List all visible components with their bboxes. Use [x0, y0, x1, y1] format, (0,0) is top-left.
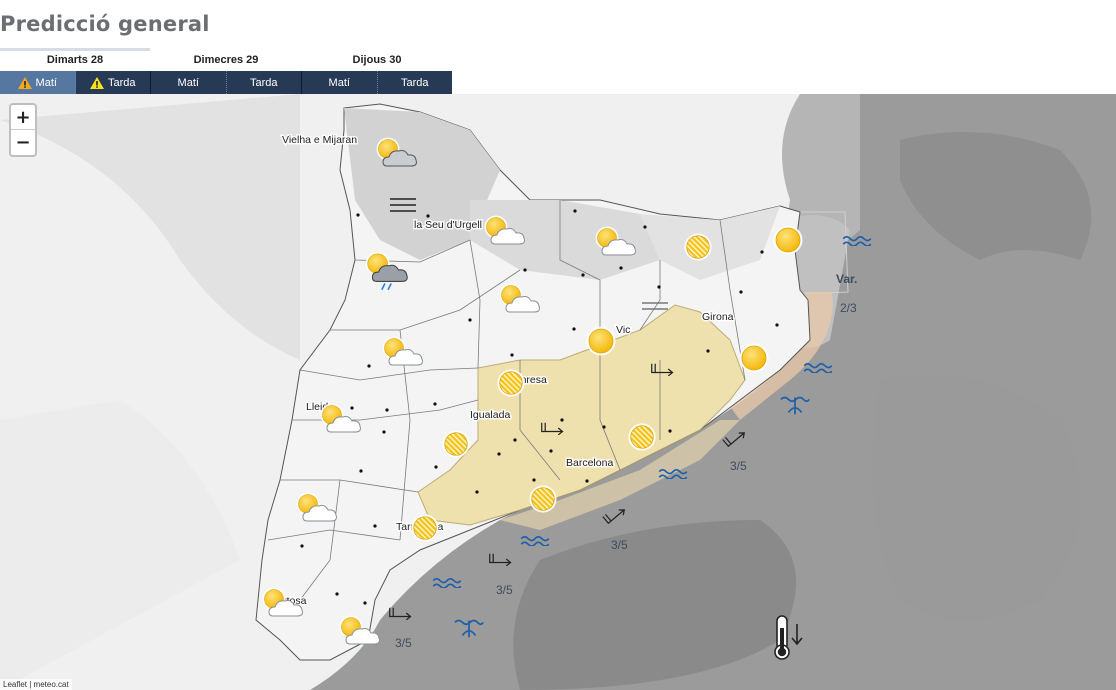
zoom-in-button[interactable]: + — [11, 105, 35, 130]
place-label-seu-urgell: la Seu d'Urgell — [414, 219, 482, 231]
zoom-control: + − — [9, 103, 37, 157]
tab-label: Tarda — [107, 76, 136, 89]
day-label-tuesday: Dimarts 28 — [46, 54, 104, 66]
haze-sun-icon[interactable] — [411, 514, 439, 542]
tab-tuesday-afternoon[interactable]: Tarda — [76, 71, 151, 94]
sun-icon[interactable] — [739, 343, 769, 373]
tab-label: Matí — [328, 76, 350, 89]
place-label-igualada: Igualada — [470, 409, 510, 421]
sea-state-label: 3/5 — [611, 538, 628, 552]
haze-sun-icon[interactable] — [442, 430, 470, 458]
place-label-vic: Vic — [616, 324, 630, 336]
sea-state-label: Var. — [836, 272, 857, 286]
forecast-map[interactable]: Vielha e Mijaran la Seu d'Urgell Vic Gir… — [0, 94, 1116, 690]
sea-state-label: 3/5 — [730, 459, 747, 473]
warning-icon — [17, 76, 32, 89]
page: Predicció general Dimarts 28 Dimecres 29… — [0, 0, 1116, 690]
map-canvas: Vielha e Mijaran la Seu d'Urgell Vic Gir… — [0, 94, 1116, 690]
sun-icon[interactable] — [586, 326, 616, 356]
title-underline — [0, 48, 150, 51]
tab-thursday-morning[interactable]: Matí — [302, 71, 378, 94]
day-header-row: Dimarts 28 Dimecres 29 Dijous 30 — [0, 52, 452, 70]
tab-thursday-afternoon[interactable]: Tarda — [378, 71, 453, 94]
sea-state-label: 3/5 — [395, 636, 412, 650]
haze-sun-icon[interactable] — [628, 423, 656, 451]
tab-tuesday-morning[interactable]: Matí — [0, 71, 76, 94]
map-attribution[interactable]: Leaflet | meteo.cat — [0, 679, 72, 690]
tab-label: Tarda — [400, 76, 429, 89]
haze-sun-icon[interactable] — [529, 485, 557, 513]
tab-label: Matí — [35, 76, 57, 89]
place-label-barcelona: Barcelona — [566, 457, 613, 469]
place-label-vielha: Vielha e Mijaran — [282, 134, 357, 146]
period-tabs: Matí Tarda Matí Tarda Matí Tarda — [0, 71, 452, 94]
sun-icon[interactable] — [773, 225, 803, 255]
warning-icon — [89, 76, 104, 89]
tab-label: Matí — [177, 76, 199, 89]
tab-wednesday-afternoon[interactable]: Tarda — [227, 71, 302, 94]
place-label-girona: Girona — [702, 311, 734, 323]
zoom-out-button[interactable]: − — [11, 130, 35, 155]
sea-state-label: 3/5 — [496, 583, 513, 597]
tab-wednesday-morning[interactable]: Matí — [151, 71, 227, 94]
page-title: Predicció general — [0, 12, 210, 36]
haze-sun-icon[interactable] — [684, 233, 712, 261]
sea-state-label: 2/3 — [840, 301, 857, 315]
tab-label: Tarda — [249, 76, 278, 89]
day-label-wednesday: Dimecres 29 — [193, 54, 259, 66]
day-label-thursday: Dijous 30 — [352, 54, 402, 66]
haze-sun-icon[interactable] — [497, 369, 525, 397]
